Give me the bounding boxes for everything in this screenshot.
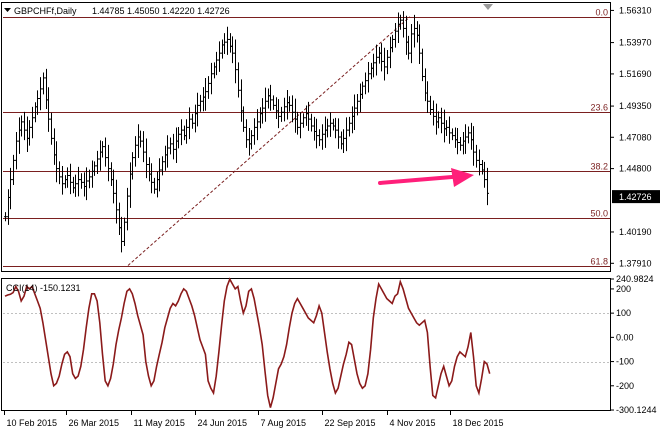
price-tick-label: 1.56310 bbox=[619, 5, 652, 15]
date-tick-label: 11 May 2015 bbox=[134, 418, 185, 428]
current-price-label: 1.42726 bbox=[619, 192, 652, 202]
fib-level-label: 23.6 bbox=[590, 103, 608, 113]
symbol-label: GBPCHFf,Daily bbox=[14, 6, 77, 16]
date-tick-label: 24 Jun 2015 bbox=[198, 418, 248, 428]
ohlc-values: 1.44785 1.45050 1.42220 1.42726 bbox=[92, 6, 230, 16]
price-tick-label: 1.47080 bbox=[619, 132, 652, 142]
price-tick-label: 1.40190 bbox=[619, 227, 652, 237]
cci-tick-label: 200 bbox=[616, 284, 631, 294]
cci-tick-label: -200 bbox=[616, 381, 634, 391]
price-tick-label: 1.53970 bbox=[619, 38, 652, 48]
date-tick-label: 18 Dec 2015 bbox=[453, 418, 504, 428]
fib-level-label: 38.2 bbox=[590, 162, 608, 172]
fib-level-label: 50.0 bbox=[590, 209, 608, 219]
cci-tick-label: 240.9824 bbox=[616, 274, 654, 284]
date-tick-label: 7 Aug 2015 bbox=[261, 418, 307, 428]
cci-label: CCI(14) -150.1231 bbox=[6, 283, 81, 293]
cci-tick-label: 0.00 bbox=[616, 332, 634, 342]
cci-tick-label: -100 bbox=[616, 357, 634, 367]
fib-level-label: 61.8 bbox=[590, 257, 608, 267]
price-tick-label: 1.37910 bbox=[619, 258, 652, 268]
date-tick-label: 10 Feb 2015 bbox=[7, 418, 58, 428]
chart-window[interactable]: 0.0 23.6 38.2 50.0 61.8 1.56310 1.53970 1.5169… bbox=[0, 0, 664, 442]
date-tick-label: 26 Mar 2015 bbox=[69, 418, 120, 428]
price-tick-label: 1.44800 bbox=[619, 164, 652, 174]
date-tick-label: 4 Nov 2015 bbox=[390, 418, 436, 428]
price-tick-label: 1.51690 bbox=[619, 69, 652, 79]
price-tick-label: 1.49350 bbox=[619, 101, 652, 111]
chart-header: GBPCHFf,Daily 1.44785 1.45050 1.42220 1.… bbox=[4, 6, 230, 16]
date-tick-label: 22 Sep 2015 bbox=[325, 418, 376, 428]
fib-level-label: 0.0 bbox=[595, 8, 608, 18]
cci-tick-label: -300.1244 bbox=[616, 405, 657, 415]
cci-tick-label: 100 bbox=[616, 308, 631, 318]
